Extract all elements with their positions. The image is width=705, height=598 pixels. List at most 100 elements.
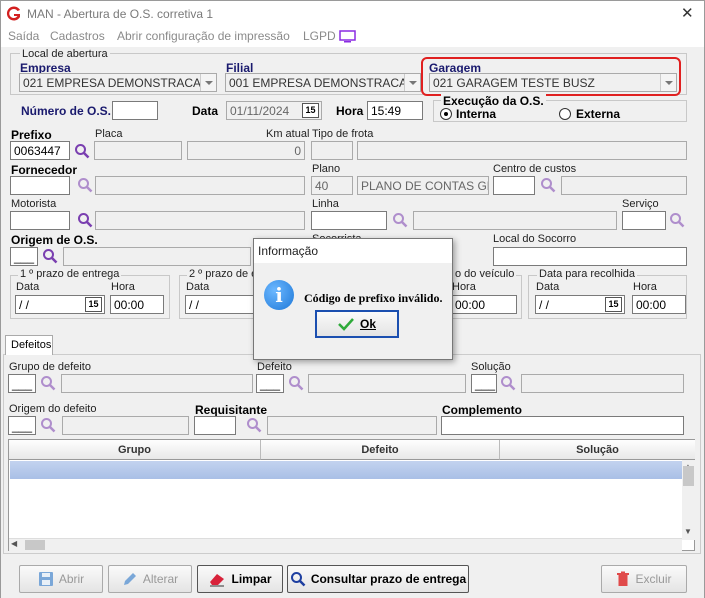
grid-header-defeito[interactable]: Defeito bbox=[261, 440, 500, 460]
origem-defeito-input[interactable]: ___ bbox=[8, 416, 36, 435]
scroll-down-icon[interactable]: ▼ bbox=[684, 527, 692, 536]
prazo2-data-label: Data bbox=[186, 281, 210, 293]
externa-radio[interactable] bbox=[559, 108, 571, 120]
menu-cadastros[interactable]: Cadastros bbox=[50, 29, 105, 43]
centro-custos-name bbox=[561, 176, 687, 195]
close-icon[interactable]: ✕ bbox=[681, 4, 694, 22]
recolhida-hora-label: Hora bbox=[633, 281, 657, 293]
grid-header-grupo[interactable]: Grupo bbox=[9, 440, 261, 460]
scroll-thumb-h[interactable] bbox=[25, 540, 45, 550]
grid-header-solucao[interactable]: Solução bbox=[500, 440, 695, 460]
search-icon[interactable] bbox=[288, 375, 304, 391]
horizontal-scrollbar[interactable]: ◀ bbox=[9, 538, 682, 551]
hora-label: Hora bbox=[336, 104, 364, 118]
motorista-input[interactable] bbox=[10, 211, 70, 230]
hora-input[interactable]: 15:49 bbox=[367, 101, 423, 120]
linha-input[interactable] bbox=[311, 211, 387, 230]
origem-os-name bbox=[63, 247, 251, 266]
complemento-input[interactable] bbox=[441, 416, 684, 435]
saida-hora-input[interactable]: 00:00 bbox=[451, 295, 517, 314]
menu-saida[interactable]: Saída bbox=[8, 29, 39, 43]
calendar-icon[interactable]: 15 bbox=[302, 103, 319, 118]
solucao-label: Solução bbox=[471, 361, 511, 373]
calendar-icon[interactable]: 15 bbox=[605, 297, 622, 312]
defeito-name bbox=[308, 374, 466, 393]
prazo2-data-input[interactable]: / / bbox=[185, 295, 255, 314]
ok-button[interactable]: Ok bbox=[315, 310, 399, 338]
defeito-input[interactable]: ___ bbox=[256, 374, 284, 393]
prazo2-label: 2 º prazo de e bbox=[187, 268, 260, 280]
tipo-frota-code bbox=[311, 141, 353, 160]
search-icon[interactable] bbox=[392, 212, 408, 228]
recolhida-hora-input[interactable]: 00:00 bbox=[632, 295, 686, 314]
menu-config-impressao[interactable]: Abrir configuração de impressão bbox=[117, 29, 290, 43]
search-icon[interactable] bbox=[500, 375, 516, 391]
data-value: 01/11/2024 bbox=[230, 104, 290, 118]
trash-icon bbox=[617, 571, 630, 586]
menu-lgpd[interactable]: LGPD bbox=[303, 29, 336, 43]
motorista-name bbox=[95, 211, 305, 230]
button-bar: Abrir Alterar Limpar Consultar prazo de … bbox=[1, 559, 704, 598]
excluir-button[interactable]: Excluir bbox=[601, 565, 687, 593]
app-logo-icon bbox=[6, 6, 21, 21]
monitor-icon[interactable] bbox=[339, 30, 356, 43]
km-atual-input: 0 bbox=[187, 141, 305, 160]
prefixo-input[interactable]: 0063447 bbox=[10, 141, 70, 160]
search-icon[interactable] bbox=[540, 177, 556, 193]
prazo1-hora-label: Hora bbox=[111, 281, 135, 293]
chevron-down-icon[interactable] bbox=[200, 74, 216, 91]
local-socorro-label: Local do Socorro bbox=[493, 233, 577, 245]
consultar-prazo-button[interactable]: Consultar prazo de entrega bbox=[287, 565, 469, 593]
numero-os-input[interactable] bbox=[112, 101, 158, 120]
search-icon[interactable] bbox=[40, 375, 56, 391]
dialog-message: Código de prefixo inválido. bbox=[304, 291, 443, 305]
saida-hora-label: Hora bbox=[452, 281, 476, 293]
search-icon[interactable] bbox=[77, 212, 93, 228]
data-label: Data bbox=[192, 104, 219, 118]
empresa-value: 021 EMPRESA DEMONSTRACAO bbox=[23, 76, 211, 90]
info-icon: i bbox=[264, 280, 294, 310]
calendar-icon[interactable]: 15 bbox=[85, 297, 102, 312]
excluir-label: Excluir bbox=[635, 572, 672, 586]
interna-radio[interactable] bbox=[440, 108, 452, 120]
alterar-button[interactable]: Alterar bbox=[108, 565, 192, 593]
origem-os-input[interactable]: ___ bbox=[10, 247, 38, 266]
centro-custos-input[interactable] bbox=[493, 176, 535, 195]
table-row[interactable] bbox=[10, 461, 682, 479]
prazo1-label: 1 º prazo de entrega bbox=[18, 268, 122, 280]
centro-custos-label: Centro de custos bbox=[493, 163, 577, 175]
search-icon[interactable] bbox=[246, 417, 262, 433]
origem-defeito-name bbox=[62, 416, 189, 435]
servico-input[interactable] bbox=[622, 211, 666, 230]
search-icon[interactable] bbox=[40, 417, 56, 433]
chevron-down-icon[interactable] bbox=[404, 74, 420, 91]
grupo-defeito-label: Grupo de defeito bbox=[9, 361, 91, 373]
empresa-combo[interactable]: 021 EMPRESA DEMONSTRACAO bbox=[19, 73, 217, 92]
scroll-thumb[interactable] bbox=[683, 466, 694, 486]
window-title: MAN - Abertura de O.S. corretiva 1 bbox=[27, 7, 214, 21]
ok-label: Ok bbox=[359, 317, 376, 331]
tab-defeitos[interactable]: Defeitos bbox=[5, 335, 53, 355]
search-icon[interactable] bbox=[74, 143, 90, 159]
search-icon[interactable] bbox=[669, 212, 685, 228]
numero-os-label: Número de O.S. bbox=[21, 104, 112, 118]
info-dialog: Informação i Código de prefixo inválido.… bbox=[253, 238, 453, 360]
requisitante-input[interactable] bbox=[194, 416, 236, 435]
local-socorro-input[interactable] bbox=[493, 247, 687, 266]
motorista-label: Motorista bbox=[11, 198, 57, 210]
fornecedor-name bbox=[95, 176, 305, 195]
grupo-defeito-input[interactable]: ___ bbox=[8, 374, 36, 393]
scroll-left-icon[interactable]: ◀ bbox=[11, 539, 17, 548]
solucao-input[interactable]: ___ bbox=[471, 374, 497, 393]
limpar-button[interactable]: Limpar bbox=[197, 565, 283, 593]
prazo1-data-label: Data bbox=[16, 281, 40, 293]
search-icon[interactable] bbox=[77, 177, 93, 193]
vertical-scrollbar[interactable]: ▲ ▼ bbox=[682, 460, 695, 540]
prazo1-hora-input[interactable]: 00:00 bbox=[110, 295, 164, 314]
title-bar: MAN - Abertura de O.S. corretiva 1 ✕ bbox=[1, 1, 704, 27]
fornecedor-input[interactable] bbox=[10, 176, 70, 195]
abrir-button[interactable]: Abrir bbox=[19, 565, 103, 593]
filial-value: 001 EMPRESA DEMONSTRACAO bbox=[229, 76, 417, 90]
filial-combo[interactable]: 001 EMPRESA DEMONSTRACAO bbox=[225, 73, 421, 92]
search-icon[interactable] bbox=[42, 248, 58, 264]
